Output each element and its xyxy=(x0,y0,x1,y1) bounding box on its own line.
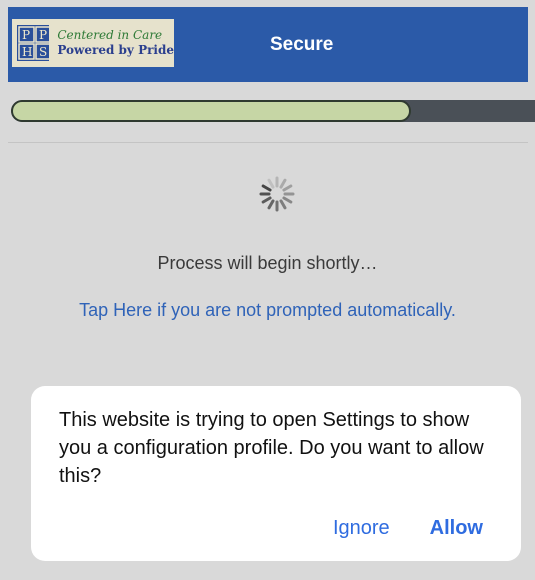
browser-page: P P H S Centered in Care Powered by Prid… xyxy=(0,0,535,580)
page-title: Secure xyxy=(270,34,334,55)
status-text: Process will begin shortly… xyxy=(157,253,378,273)
confirm-dialog: This website is trying to open Settings … xyxy=(31,386,521,561)
progress-area xyxy=(8,82,535,143)
spinner-tick xyxy=(267,178,275,189)
spinner-tick xyxy=(267,199,275,210)
logo-tagline-1: Centered in Care xyxy=(57,28,163,42)
spinner-tick xyxy=(261,184,272,192)
logo-mark-icon: P P H S xyxy=(15,23,52,63)
svg-text:S: S xyxy=(39,45,47,59)
header-bar: P P H S Centered in Care Powered by Prid… xyxy=(8,7,528,82)
spinner-tick xyxy=(261,196,272,204)
svg-text:P: P xyxy=(22,28,30,42)
logo-tagline-2: Powered by Pride xyxy=(57,43,174,57)
spinner-tick xyxy=(282,196,293,204)
progress-bar-fill xyxy=(11,100,411,122)
tap-here-link[interactable]: Tap Here if you are not prompted automat… xyxy=(0,300,535,321)
dialog-message: This website is trying to open Settings … xyxy=(59,409,484,487)
allow-button[interactable]: Allow xyxy=(430,517,483,540)
svg-text:H: H xyxy=(22,45,32,59)
logo-text: Centered in Care Powered by Pride xyxy=(57,28,174,58)
site-logo[interactable]: P P H S Centered in Care Powered by Prid… xyxy=(12,19,174,67)
spinner-tick xyxy=(279,199,287,210)
spinner-tick xyxy=(279,178,287,189)
loading-spinner-icon xyxy=(258,175,296,213)
svg-text:P: P xyxy=(39,28,47,42)
spinner-tick xyxy=(282,184,293,192)
progress-bar xyxy=(11,100,535,122)
ignore-button[interactable]: Ignore xyxy=(333,517,390,540)
dialog-actions: Ignore Allow xyxy=(333,517,483,540)
